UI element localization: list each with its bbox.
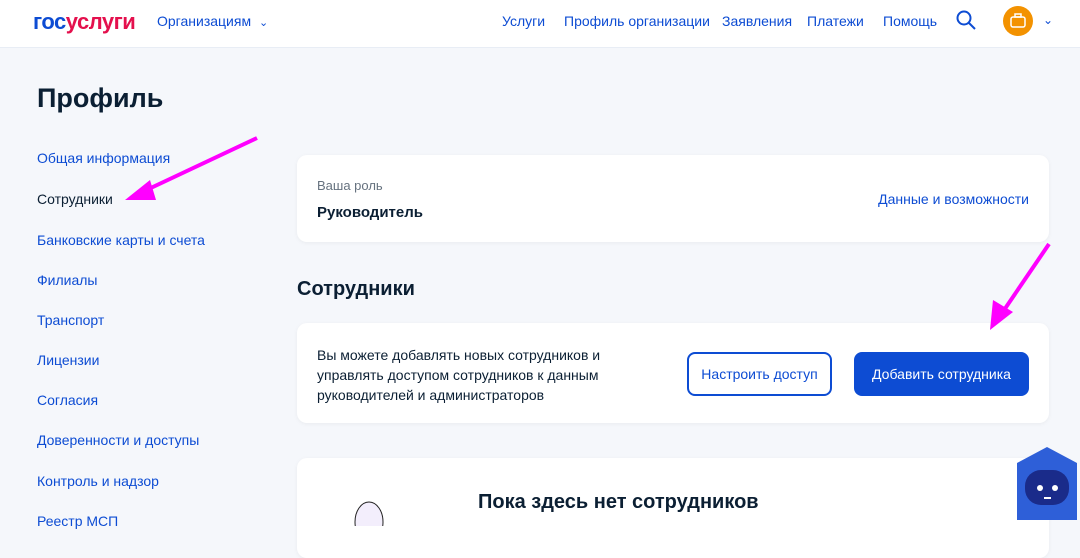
empty-title: Пока здесь нет сотрудников	[478, 491, 759, 513]
role-value: Руководитель	[317, 204, 423, 221]
section-title: Сотрудники	[297, 278, 415, 300]
organizations-menu[interactable]: Организациям ⌄	[157, 13, 268, 29]
page-title: Профиль	[37, 83, 164, 113]
chevron-down-icon: ⌄	[258, 17, 269, 29]
empty-state-card: Пока здесь нет сотрудников	[297, 458, 1049, 558]
nav-org-profile[interactable]: Профиль организации	[564, 13, 710, 29]
empty-illustration-icon	[354, 501, 384, 526]
chevron-down-icon[interactable]: ⌄	[1043, 13, 1053, 27]
assistant-robot-icon[interactable]	[1015, 445, 1080, 520]
sidebar-item-employees[interactable]: Сотрудники	[37, 191, 113, 207]
sidebar-item-powers[interactable]: Доверенности и доступы	[37, 432, 199, 448]
sidebar-item-branches[interactable]: Филиалы	[37, 272, 97, 288]
sidebar-item-consents[interactable]: Согласия	[37, 392, 98, 408]
annotation-arrow-icon	[125, 136, 258, 200]
sidebar-item-licenses[interactable]: Лицензии	[37, 352, 99, 368]
role-card: Ваша роль Руководитель Данные и возможно…	[297, 155, 1049, 242]
sidebar-item-transport[interactable]: Транспорт	[37, 312, 104, 328]
info-text: Вы можете добавлять новых сотрудников и …	[317, 347, 601, 403]
sidebar-item-control[interactable]: Контроль и надзор	[37, 473, 159, 489]
configure-access-button[interactable]: Настроить доступ	[687, 352, 832, 396]
nav-services[interactable]: Услуги	[502, 13, 545, 29]
employees-info-card: Вы можете добавлять новых сотрудников и …	[297, 323, 1049, 423]
avatar[interactable]	[1003, 6, 1033, 36]
nav-applications[interactable]: Заявления	[722, 13, 792, 29]
gosuslugi-logo[interactable]: госуслуги	[33, 9, 136, 35]
nav-help[interactable]: Помощь	[883, 13, 937, 29]
role-label: Ваша роль	[317, 178, 383, 193]
nav-payments[interactable]: Платежи	[807, 13, 864, 29]
add-employee-button[interactable]: Добавить сотрудника	[854, 352, 1029, 396]
role-details-link[interactable]: Данные и возможности	[878, 191, 1029, 207]
search-icon[interactable]	[956, 10, 976, 30]
sidebar-item-bank-cards[interactable]: Банковские карты и счета	[37, 232, 205, 248]
annotation-arrow-icon	[990, 242, 1051, 330]
header: госуслуги Организациям ⌄ Услуги Профиль …	[0, 0, 1080, 48]
sidebar-item-msp[interactable]: Реестр МСП	[37, 513, 118, 529]
briefcase-icon	[1010, 13, 1026, 28]
